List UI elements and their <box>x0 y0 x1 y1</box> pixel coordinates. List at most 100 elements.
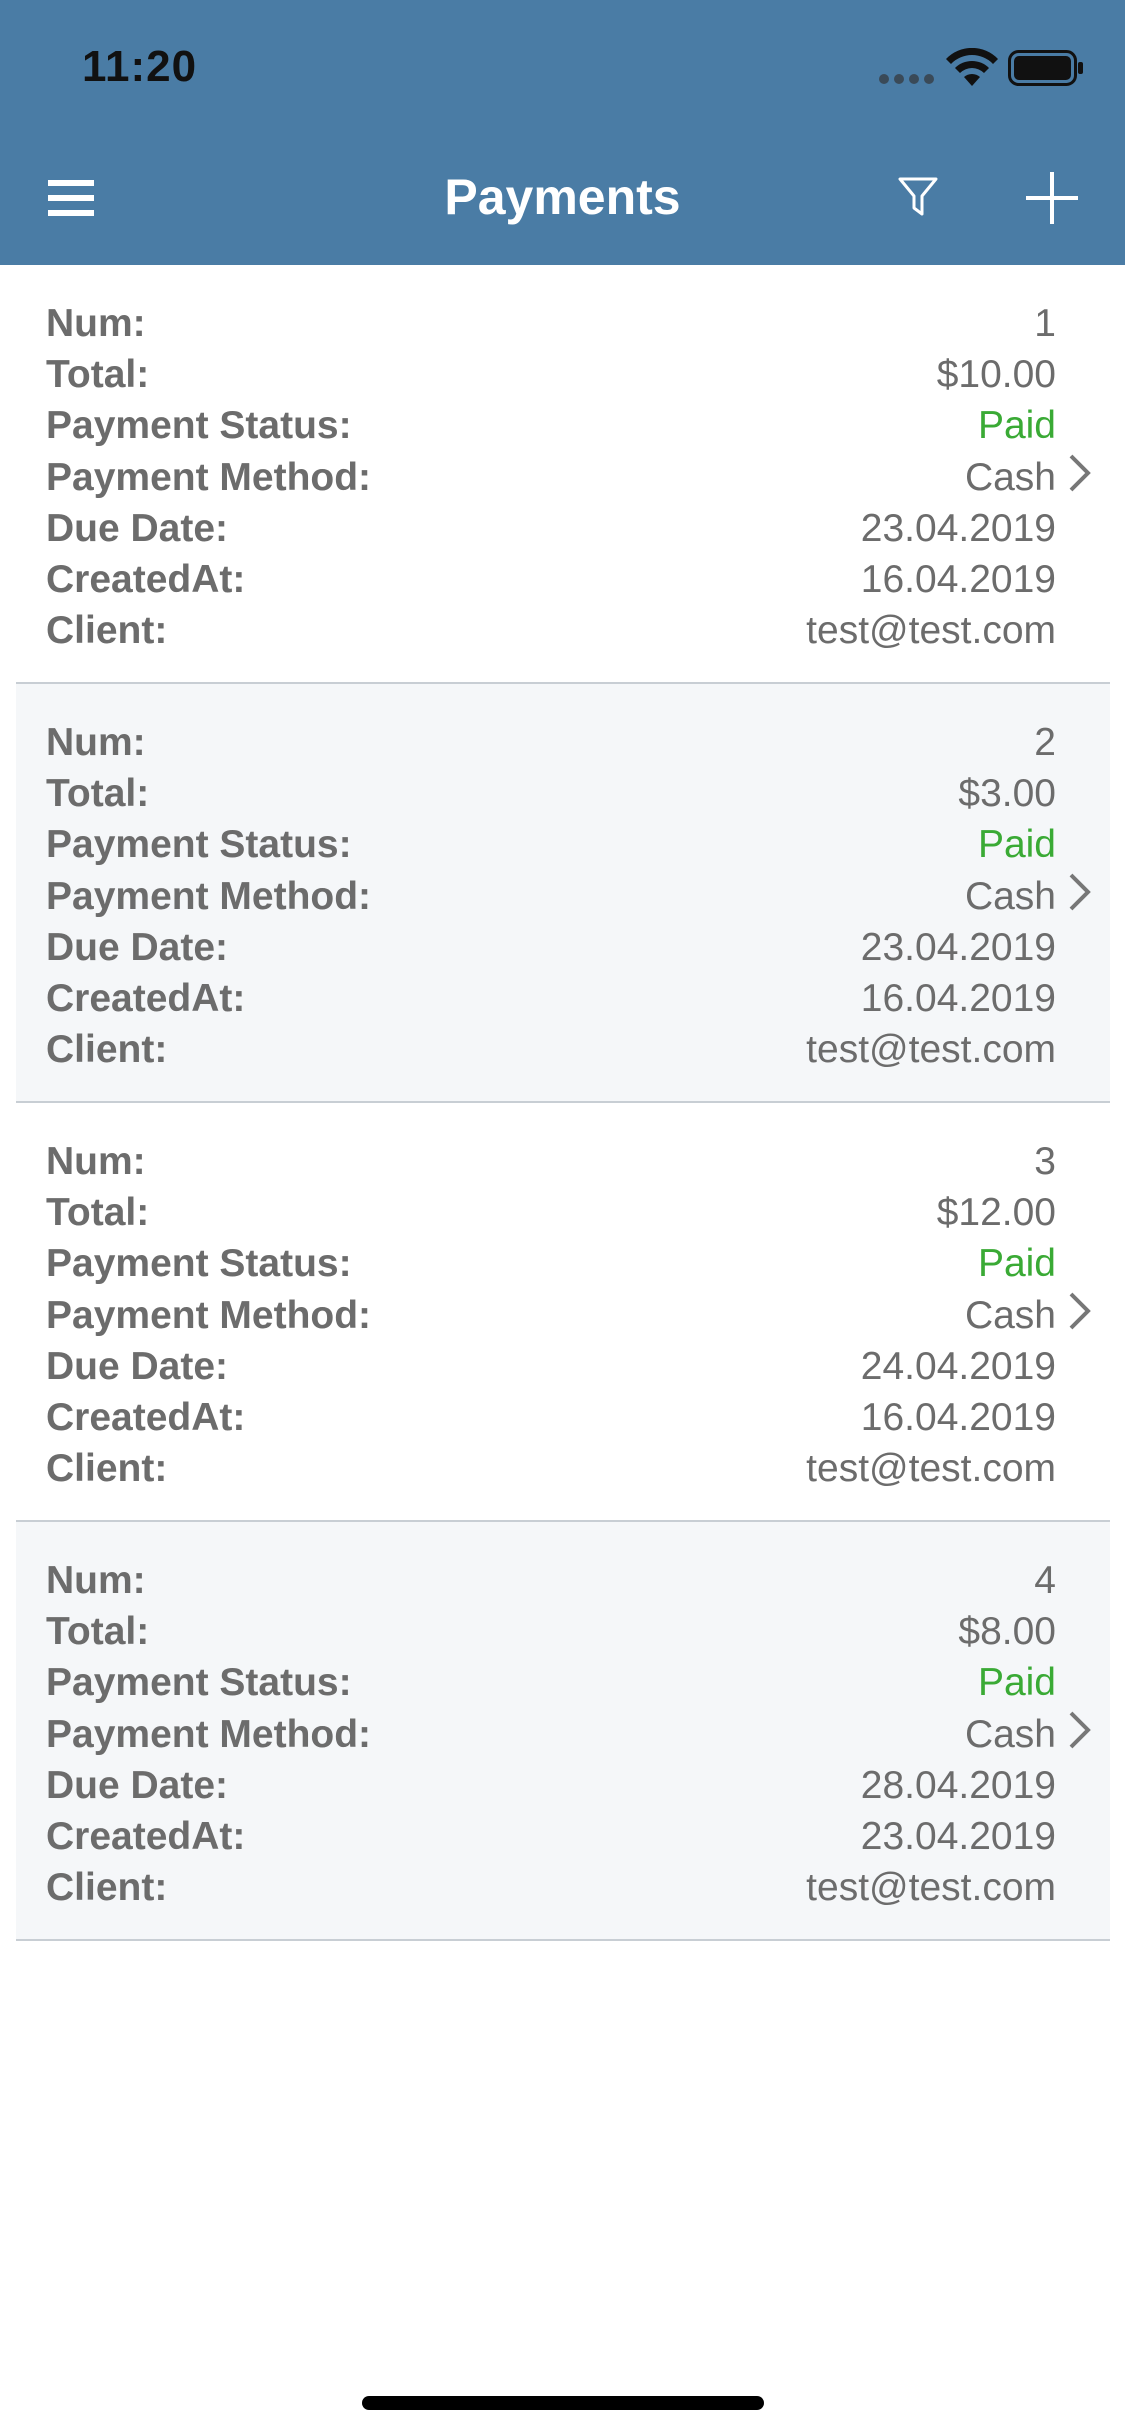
field-label: Client: <box>46 1447 168 1491</box>
field-label: Total: <box>46 1191 150 1235</box>
field-label: Payment Status: <box>46 404 352 448</box>
field-label: Payment Method: <box>46 1712 372 1756</box>
field-value-num: 2 <box>1034 721 1056 764</box>
payment-card[interactable]: Num: 4 Total: $8.00 Payment Status: Paid Payme… <box>16 1522 1110 1941</box>
payment-status-row: Payment Status: Paid <box>46 400 1056 451</box>
wifi-icon <box>946 48 998 86</box>
payment-due-row: Due Date: 23.04.2019 <box>46 922 1056 973</box>
payment-created-row: CreatedAt: 16.04.2019 <box>46 554 1056 605</box>
field-value-client: test@test.com <box>806 1447 1056 1491</box>
navigation-header: 11:20 Payments <box>0 0 1125 265</box>
field-value-method: Cash <box>964 874 1056 918</box>
payment-due-row: Due Date: 23.04.2019 <box>46 503 1056 554</box>
field-value-due: 24.04.2019 <box>860 1344 1056 1388</box>
field-label: Num: <box>46 1559 146 1602</box>
field-value-total: $3.00 <box>958 772 1056 816</box>
payment-method-row: Payment Method: Cash <box>46 1290 1056 1341</box>
payment-method-row: Payment Method: Cash <box>46 1709 1056 1760</box>
filter-icon[interactable] <box>898 176 938 218</box>
battery-icon <box>1008 50 1083 86</box>
field-label: Due Date: <box>46 1763 229 1807</box>
payment-method-row: Payment Method: Cash <box>46 871 1056 922</box>
payment-card[interactable]: Num: 3 Total: $12.00 Payment Status: Paid Paym… <box>16 1103 1110 1522</box>
field-value-client: test@test.com <box>806 609 1056 653</box>
payment-status-row: Payment Status: Paid <box>46 819 1056 870</box>
cellular-signal-icon <box>879 74 935 84</box>
payment-method-row: Payment Method: Cash <box>46 452 1056 503</box>
home-indicator <box>362 2396 764 2410</box>
payment-total-row: Total: $8.00 <box>46 1606 1056 1657</box>
field-value-method: Cash <box>964 1712 1056 1756</box>
field-value-method: Cash <box>964 1293 1056 1337</box>
add-payment-button[interactable] <box>1024 170 1080 226</box>
payment-created-row: CreatedAt: 16.04.2019 <box>46 1392 1056 1443</box>
chevron-right-icon[interactable] <box>1067 871 1093 913</box>
field-label: Payment Method: <box>46 455 372 499</box>
payment-due-row: Due Date: 24.04.2019 <box>46 1341 1056 1392</box>
field-label: Num: <box>46 302 146 345</box>
field-value-status: Paid <box>977 823 1056 867</box>
field-value-num: 3 <box>1034 1140 1056 1183</box>
payment-total-row: Total: $3.00 <box>46 768 1056 819</box>
field-value-due: 23.04.2019 <box>860 925 1056 969</box>
field-label: Total: <box>46 353 150 397</box>
payment-client-row: Client: test@test.com <box>46 1443 1056 1494</box>
payment-client-row: Client: test@test.com <box>46 1862 1056 1913</box>
field-value-created: 16.04.2019 <box>860 558 1056 601</box>
field-value-due: 28.04.2019 <box>860 1763 1056 1807</box>
field-label: Client: <box>46 1866 168 1910</box>
field-label: Payment Status: <box>46 1661 352 1705</box>
chevron-right-icon[interactable] <box>1067 1290 1093 1332</box>
payments-list: Num: 1 Total: $10.00 Payment Status: Paid Paym… <box>16 265 1110 1941</box>
field-label: Total: <box>46 1610 150 1654</box>
payment-total-row: Total: $10.00 <box>46 349 1056 400</box>
field-label: Payment Method: <box>46 1293 372 1337</box>
field-label: Payment Status: <box>46 1242 352 1286</box>
field-label: Client: <box>46 609 168 653</box>
field-label: Client: <box>46 1028 168 1072</box>
payment-num-row: Num: 3 <box>46 1136 1056 1187</box>
payment-created-row: CreatedAt: 23.04.2019 <box>46 1811 1056 1862</box>
field-label: Total: <box>46 772 150 816</box>
payment-status-row: Payment Status: Paid <box>46 1238 1056 1289</box>
field-label: Due Date: <box>46 925 229 969</box>
status-bar-time: 11:20 <box>82 42 198 91</box>
field-label: CreatedAt: <box>46 977 246 1020</box>
field-value-client: test@test.com <box>806 1028 1056 1072</box>
field-value-status: Paid <box>977 404 1056 448</box>
field-label: Payment Method: <box>46 874 372 918</box>
field-value-status: Paid <box>977 1661 1056 1705</box>
field-value-num: 4 <box>1034 1559 1056 1602</box>
field-label: CreatedAt: <box>46 1815 246 1858</box>
field-label: Due Date: <box>46 506 229 550</box>
payment-num-row: Num: 1 <box>46 298 1056 349</box>
chevron-right-icon[interactable] <box>1067 452 1093 494</box>
payment-num-row: Num: 2 <box>46 717 1056 768</box>
payment-client-row: Client: test@test.com <box>46 605 1056 656</box>
field-label: Num: <box>46 1140 146 1183</box>
field-value-total: $8.00 <box>958 1610 1056 1654</box>
payment-client-row: Client: test@test.com <box>46 1024 1056 1075</box>
payment-card[interactable]: Num: 1 Total: $10.00 Payment Status: Paid Paym… <box>16 265 1110 684</box>
field-value-total: $10.00 <box>936 353 1056 397</box>
payment-num-row: Num: 4 <box>46 1555 1056 1606</box>
payment-status-row: Payment Status: Paid <box>46 1657 1056 1708</box>
field-value-created: 16.04.2019 <box>860 1396 1056 1439</box>
field-label: Payment Status: <box>46 823 352 867</box>
field-value-method: Cash <box>964 455 1056 499</box>
field-label: Num: <box>46 721 146 764</box>
field-label: Due Date: <box>46 1344 229 1388</box>
field-value-created: 23.04.2019 <box>860 1815 1056 1858</box>
payment-due-row: Due Date: 28.04.2019 <box>46 1760 1056 1811</box>
payment-total-row: Total: $12.00 <box>46 1187 1056 1238</box>
field-value-client: test@test.com <box>806 1866 1056 1910</box>
payment-created-row: CreatedAt: 16.04.2019 <box>46 973 1056 1024</box>
field-label: CreatedAt: <box>46 1396 246 1439</box>
field-value-due: 23.04.2019 <box>860 506 1056 550</box>
field-value-status: Paid <box>977 1242 1056 1286</box>
payment-card[interactable]: Num: 2 Total: $3.00 Payment Status: Paid Payme… <box>16 684 1110 1103</box>
page-title: Payments <box>444 169 681 225</box>
field-value-num: 1 <box>1034 302 1056 345</box>
field-value-total: $12.00 <box>936 1191 1056 1235</box>
chevron-right-icon[interactable] <box>1067 1709 1093 1751</box>
